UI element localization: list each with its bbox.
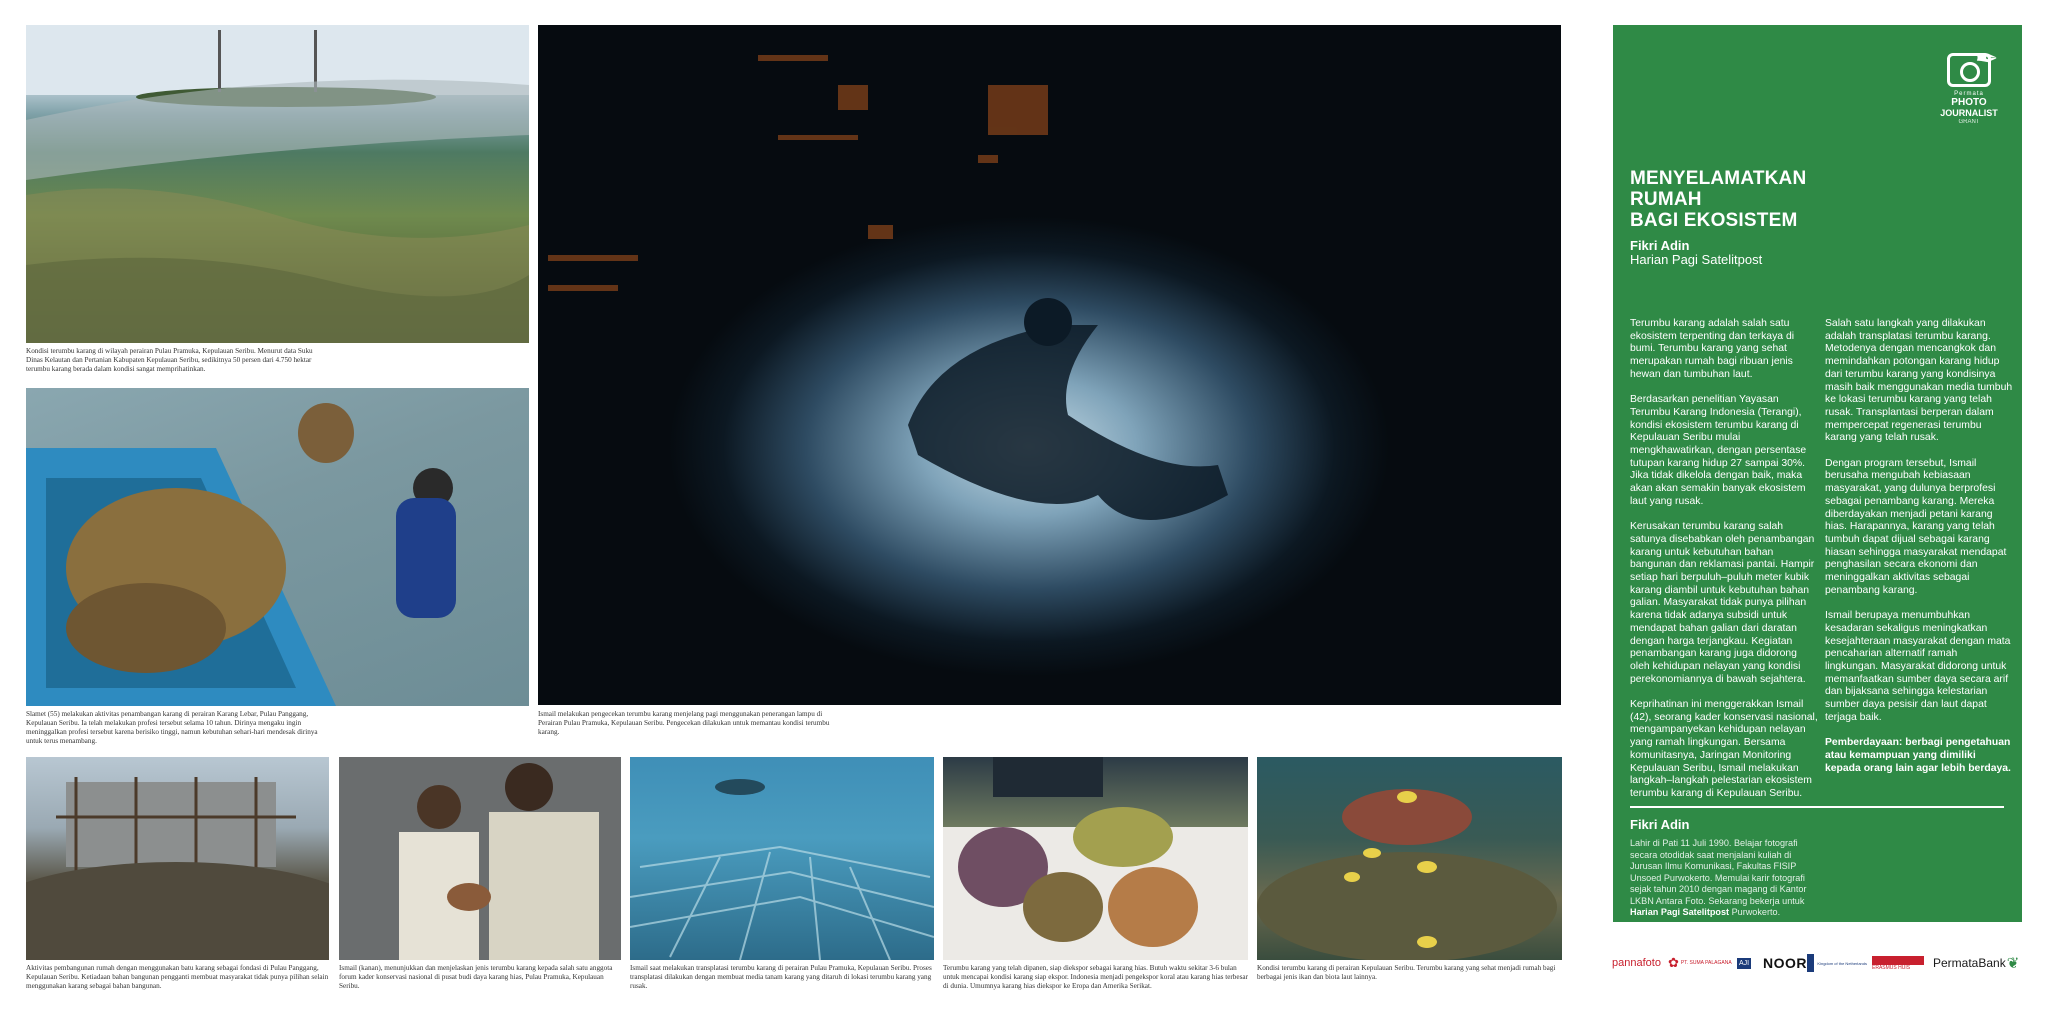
healthy-reef-illustration <box>1257 789 1557 960</box>
photo-night-swimmer <box>538 25 1561 705</box>
caption-photo-6: Ismail saat melakukan transplatasi terum… <box>630 964 932 990</box>
sponsor-logos: pannafoto ✿ PT. SUMA PALAGANA AJI NOOR K… <box>1610 952 2026 982</box>
photo-coral-inspection <box>339 757 621 960</box>
erasmus-bar-icon <box>1872 955 1924 965</box>
flower-icon: ✿ <box>1668 955 1679 970</box>
photo-coral-house <box>26 757 329 960</box>
photo-ornamental-coral-crate <box>943 757 1248 960</box>
bio-heading: Fikri Adin <box>1630 817 1690 832</box>
story-column-left: Terumbu karang adalah salah satu ekosist… <box>1630 318 1818 813</box>
title-line-2: RUMAH <box>1630 189 1702 210</box>
caption-photo-5: Ismail (kanan), menunjukkan dan menjelas… <box>339 964 613 990</box>
caption-photo-1: Kondisi terumbu karang di wilayah perair… <box>26 347 313 373</box>
paragraph: Ismail berupaya menumbuhkan kesadaran se… <box>1825 610 2011 723</box>
title-line-1: MENYELAMATKAN <box>1630 168 1807 189</box>
caption-photo-3: Ismail melakukan pengecekan terumbu kara… <box>538 710 830 736</box>
logo-line-2: PHOTO <box>1951 97 1987 108</box>
sponsor-netherlands-logo: Kingdom of the Netherlands <box>1807 952 1867 974</box>
paragraph: Salah satu langkah yang dilakukan adalah… <box>1825 318 2013 444</box>
permata-mark-icon: ❦ <box>2006 955 2020 972</box>
closing-statement: Pemberdayaan: berbagi pengetahuan atau k… <box>1825 737 2011 774</box>
sponsor-noor-logo: NOOR <box>1763 952 1807 974</box>
quill-icon: ✒ <box>1975 43 1999 74</box>
logo-line-3: JOURNALIST <box>1940 108 1998 118</box>
story-column-right: Salah satu langkah yang dilakukan adalah… <box>1825 318 2013 788</box>
bio-body: Lahir di Pati 11 Juli 1990. Belajar foto… <box>1630 838 1807 906</box>
paragraph: Keprihatinan ini menggerakkan Ismail (42… <box>1630 699 1818 799</box>
title-line-3: BAGI EKOSISTEM <box>1630 210 1798 231</box>
bio-outlet: Harian Pagi Satelitpost <box>1630 907 1730 917</box>
caption-photo-7: Terumbu karang yang telah dipanen, siap … <box>943 964 1248 990</box>
crest-icon <box>1807 954 1815 972</box>
coral-transplant-illustration <box>630 779 934 960</box>
caption-photo-2: Slamet (55) melakukan aktivitas penamban… <box>26 710 318 745</box>
sponsor-netherlands-text: Kingdom of the Netherlands <box>1817 960 1867 966</box>
photo-coral-miner-boat <box>26 388 529 706</box>
coral-miner-illustration <box>26 403 456 706</box>
reef-island-illustration <box>26 25 529 343</box>
caption-photo-4: Aktivitas pembangunan rumah dengan mengg… <box>26 964 329 990</box>
sponsor-suma-logo: ✿ PT. SUMA PALAGANA <box>1668 952 1732 974</box>
sponsor-noor-text: NOOR <box>1763 955 1807 971</box>
paragraph: Berdasarkan penelitian Yayasan Terumbu K… <box>1630 394 1807 507</box>
sponsor-pannafoto-logo: pannafoto <box>1612 952 1661 974</box>
photo-healthy-reef-fish <box>1257 757 1562 960</box>
author-outlet: Harian Pagi Satelitpost <box>1630 252 1763 267</box>
coral-crate-illustration <box>943 757 1248 960</box>
sponsor-permatabank-text: PermataBank <box>1933 956 2006 970</box>
sponsor-aji-text: AJI <box>1737 957 1752 969</box>
photo-reef-island <box>26 25 529 343</box>
story-panel: ✒ Permata PHOTO JOURNALIST GRANT MENYELA… <box>1613 25 2022 922</box>
paragraph: Terumbu karang adalah salah satu ekosist… <box>1630 318 1795 380</box>
logo-line-4: GRANT <box>1958 119 1980 125</box>
paragraph: Kerusakan terumbu karang salah satunya d… <box>1630 521 1815 685</box>
coral-house-illustration <box>26 777 329 960</box>
photo-journalist-grant-logo: ✒ Permata PHOTO JOURNALIST GRANT <box>1931 45 2007 126</box>
paragraph: Dengan program tersebut, Ismail berusaha… <box>1825 457 2007 596</box>
coral-inspection-illustration <box>339 757 621 960</box>
sponsor-pannafoto-text: pannafoto <box>1612 957 1661 969</box>
story-title: MENYELAMATKAN RUMAH BAGI EKOSISTEM <box>1630 168 1880 231</box>
photo-coral-transplant <box>630 757 934 960</box>
author-name: Fikri Adin <box>1630 238 1690 253</box>
sponsor-aji-logo: AJI <box>1737 952 1752 974</box>
sponsor-suma-text: PT. SUMA PALAGANA <box>1680 960 1732 966</box>
night-swimmer-illustration <box>548 55 1228 520</box>
sponsor-permatabank-logo: PermataBank ❦ <box>1933 952 2019 974</box>
caption-photo-8: Kondisi terumbu karang di perairan Kepul… <box>1257 964 1556 981</box>
sponsor-erasmus-text: ERASMUS HUIS <box>1872 964 1911 971</box>
divider <box>1630 806 2004 808</box>
bio-text: Lahir di Pati 11 Juli 1990. Belajar foto… <box>1630 838 1820 919</box>
bio-tail: Purwokerto. <box>1729 907 1781 917</box>
sponsor-erasmus-logo: ERASMUS HUIS <box>1872 952 1924 974</box>
